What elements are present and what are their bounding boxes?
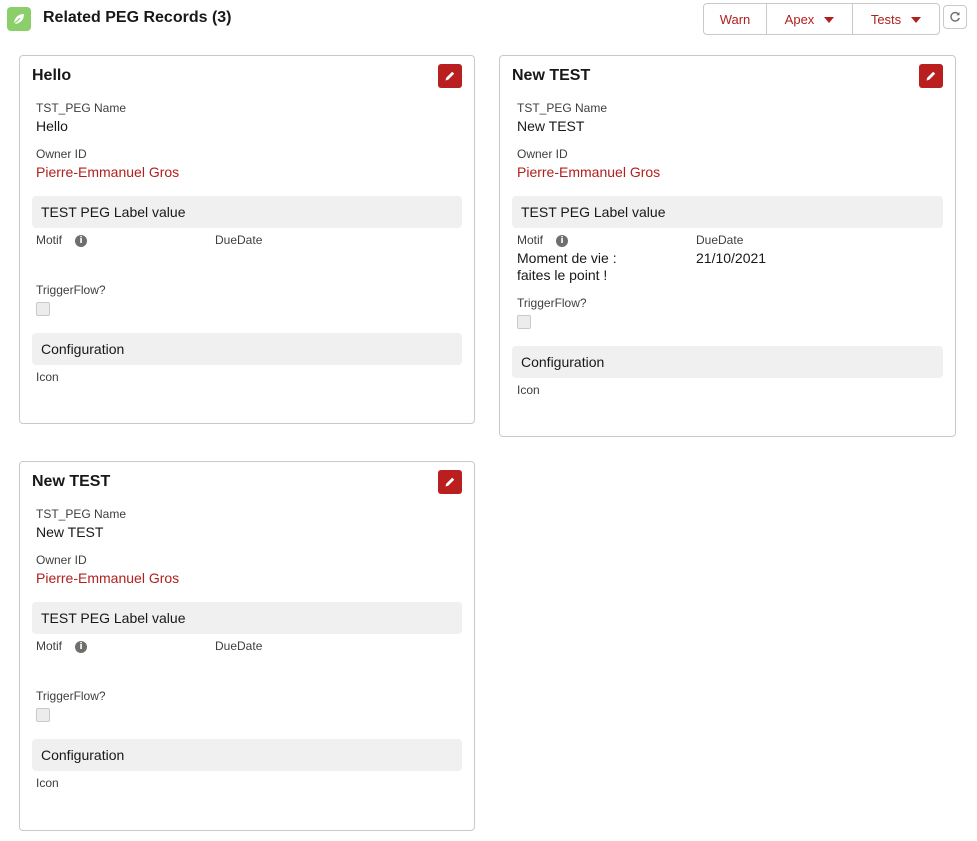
trigger-flow-checkbox <box>36 708 50 722</box>
record-card: New TEST TST_PEG Name New TEST Owner ID … <box>19 461 475 831</box>
icon-label: Icon <box>36 776 59 790</box>
leaf-icon <box>7 7 31 31</box>
pencil-icon <box>445 477 455 487</box>
name-label: TST_PEG Name <box>36 507 127 521</box>
motif-value-line1: Moment de vie : <box>517 250 617 266</box>
related-list-header: Related PEG Records (3) Warn Apex Tests <box>0 0 977 40</box>
trigger-flow-label: TriggerFlow? <box>517 296 587 310</box>
name-label: TST_PEG Name <box>36 101 127 115</box>
name-label: TST_PEG Name <box>517 101 608 115</box>
tests-button-label: Tests <box>870 11 902 27</box>
section-test-peg-label[interactable]: TEST PEG Label value <box>32 602 462 634</box>
card-title: New TEST <box>512 67 591 84</box>
trigger-flow-label: TriggerFlow? <box>36 283 106 297</box>
section-title: Configuration <box>41 341 125 357</box>
refresh-button[interactable] <box>943 5 967 29</box>
owner-label: Owner ID <box>36 147 87 161</box>
motif-label: Motif <box>36 233 63 247</box>
trigger-flow-label: TriggerFlow? <box>36 689 106 703</box>
caret-down-icon <box>911 17 922 23</box>
owner-link[interactable]: Pierre-Emmanuel Gros <box>36 164 179 180</box>
motif-value-line2: faites le point ! <box>517 267 608 283</box>
section-title: TEST PEG Label value <box>41 610 186 626</box>
icon-label: Icon <box>36 370 59 384</box>
apex-button-label: Apex <box>784 11 815 27</box>
section-configuration[interactable]: Configuration <box>32 333 462 365</box>
page-title: Related PEG Records (3) <box>43 9 232 26</box>
name-value: New TEST <box>517 118 585 134</box>
owner-label: Owner ID <box>36 553 87 567</box>
caret-down-icon <box>824 17 835 23</box>
edit-button[interactable] <box>438 470 462 494</box>
section-configuration[interactable]: Configuration <box>32 739 462 771</box>
record-card: New TEST TST_PEG Name New TEST Owner ID … <box>499 55 956 437</box>
name-value: Hello <box>36 118 68 134</box>
section-test-peg-label[interactable]: TEST PEG Label value <box>32 196 462 228</box>
section-title: Configuration <box>521 354 605 370</box>
refresh-icon <box>950 11 960 22</box>
pencil-icon <box>926 71 936 81</box>
motif-label: Motif <box>36 639 63 653</box>
owner-link[interactable]: Pierre-Emmanuel Gros <box>517 164 660 180</box>
info-icon[interactable]: i <box>75 235 87 247</box>
icon-label: Icon <box>517 383 540 397</box>
info-icon[interactable]: i <box>556 235 568 247</box>
section-title: TEST PEG Label value <box>41 204 186 220</box>
record-card: Hello TST_PEG Name Hello Owner ID Pierre… <box>19 55 475 424</box>
due-date-label: DueDate <box>696 233 744 247</box>
name-value: New TEST <box>36 524 104 540</box>
card-title: New TEST <box>32 473 111 490</box>
owner-label: Owner ID <box>517 147 568 161</box>
owner-link[interactable]: Pierre-Emmanuel Gros <box>36 570 179 586</box>
info-icon[interactable]: i <box>75 641 87 653</box>
card-title: Hello <box>32 67 72 84</box>
due-date-label: DueDate <box>215 639 263 653</box>
tests-dropdown-button[interactable]: Tests <box>853 4 939 34</box>
due-date-value: 21/10/2021 <box>696 250 767 266</box>
warn-button[interactable]: Warn <box>704 4 767 34</box>
edit-button[interactable] <box>438 64 462 88</box>
section-title: Configuration <box>41 747 125 763</box>
trigger-flow-checkbox <box>36 302 50 316</box>
section-title: TEST PEG Label value <box>521 204 666 220</box>
pencil-icon <box>445 71 455 81</box>
section-configuration[interactable]: Configuration <box>512 346 943 378</box>
trigger-flow-checkbox <box>517 315 531 329</box>
apex-dropdown-button[interactable]: Apex <box>767 4 853 34</box>
warn-button-label: Warn <box>719 11 751 27</box>
motif-label: Motif <box>517 233 544 247</box>
due-date-label: DueDate <box>215 233 263 247</box>
section-test-peg-label[interactable]: TEST PEG Label value <box>512 196 943 228</box>
action-button-group: Warn Apex Tests <box>703 3 940 35</box>
edit-button[interactable] <box>919 64 943 88</box>
